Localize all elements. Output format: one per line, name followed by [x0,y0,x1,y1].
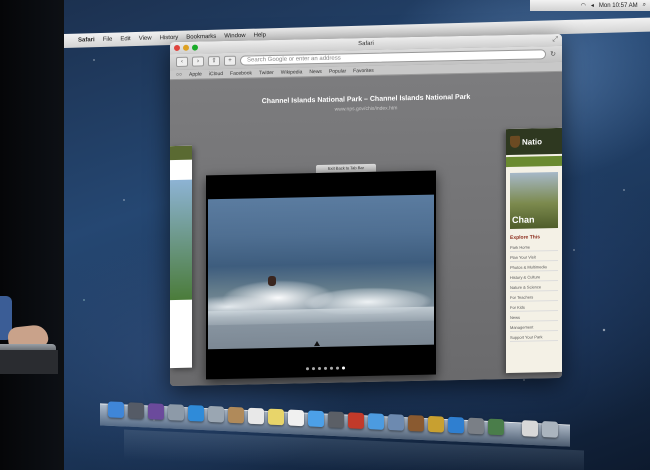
projected-desktop: ◠ ◂ Mon 10:57 AM ⌕ Safari File Edit View… [64,0,650,470]
page-dot[interactable] [312,367,315,371]
mouse-cursor-icon [314,340,320,347]
facetime-icon[interactable] [328,411,344,429]
hero-title: Chan [512,214,535,225]
menu-file[interactable]: File [103,37,113,43]
nps-logo-icon [510,135,520,148]
bookmark-apple[interactable]: Apple [189,71,202,77]
reading-list-icon[interactable]: ○○ [176,71,182,77]
app-store-icon[interactable] [448,416,464,434]
mail-icon[interactable] [208,405,224,423]
nps-nav-bar [506,155,562,168]
menu-help[interactable]: Help [254,32,266,38]
menu-bookmarks[interactable]: Bookmarks [186,34,216,41]
time-machine-icon[interactable] [488,418,504,436]
photo-booth-icon[interactable] [348,412,364,429]
stage-background [0,0,70,470]
add-tab-button[interactable]: + [224,55,236,66]
page-dot[interactable] [306,367,309,371]
list-item[interactable]: Support Your Park [510,333,558,342]
bookmark-popular[interactable]: Popular [329,68,346,74]
messages-icon[interactable] [308,410,324,428]
section-heading: Explore This [510,234,541,241]
window-title: Safari [358,40,374,48]
menu-window[interactable]: Window [224,33,245,40]
status-bar: ◠ ◂ Mon 10:57 AM ⌕ [530,0,650,11]
fullscreen-icon[interactable]: ⤢ [552,36,558,44]
bookmark-twitter[interactable]: Twitter [259,69,274,75]
share-button[interactable]: ⇪ [208,56,220,67]
menu-view[interactable]: View [139,36,152,42]
calendar-icon[interactable] [248,407,264,425]
list-item[interactable]: Park Home [510,243,558,252]
current-tab-preview[interactable] [206,170,436,380]
wifi-icon[interactable]: ◠ [581,2,586,9]
itunes-icon[interactable] [368,413,384,430]
window-controls [174,44,198,52]
next-tab-preview[interactable]: Natio Chan Explore This Park Home Plan Y… [506,127,562,374]
reminders-icon[interactable] [288,409,304,427]
volume-icon[interactable]: ◂ [591,2,594,9]
nps-header: Natio [506,127,562,156]
list-item[interactable]: Photos & Multimedia [510,263,558,272]
list-item[interactable]: Management [510,323,558,332]
surf-video[interactable] [208,194,434,350]
page-header [170,145,192,161]
page-dot[interactable] [336,366,339,370]
list-item[interactable]: Plan Your Visit [510,253,558,262]
iphoto-icon[interactable] [388,414,404,431]
list-item[interactable]: Nature & Science [510,283,558,292]
list-item[interactable]: History & Culture [510,273,558,282]
notes-icon[interactable] [268,408,284,426]
bookmark-favorites[interactable]: Favorites [353,67,374,73]
bookmark-news[interactable]: News [309,68,322,74]
preview-icon[interactable] [522,420,538,437]
page-dot[interactable] [330,366,333,370]
back-button[interactable]: ‹ [176,56,188,67]
nps-header-text: Natio [522,136,542,147]
garageband-icon[interactable] [428,415,444,433]
mission-control-icon[interactable] [148,403,164,420]
minimize-button[interactable] [183,44,189,51]
page-dot[interactable] [342,366,345,370]
tab-view: Channel Islands National Park – Channel … [170,71,562,387]
previous-tab-preview[interactable] [170,145,192,369]
page-dot[interactable] [318,366,321,371]
forward-button[interactable]: › [192,56,204,67]
spotlight-icon[interactable]: ⌕ [643,2,646,9]
contacts-icon[interactable] [228,406,244,424]
menu-history[interactable]: History [160,35,179,42]
trash-icon[interactable] [542,421,558,438]
launchpad-icon[interactable] [168,404,184,421]
menu-edit[interactable]: Edit [120,36,130,42]
clock[interactable]: Mon 10:57 AM [599,3,638,9]
page-photo [170,179,192,301]
bookmark-icloud[interactable]: iCloud [209,70,223,76]
reload-icon[interactable]: ↻ [550,50,556,58]
bookmark-facebook[interactable]: Facebook [230,70,252,76]
dashboard-icon[interactable] [128,402,144,419]
menu-app-name[interactable]: Safari [78,37,95,43]
list-item[interactable]: News [510,313,558,322]
safari-icon[interactable] [188,404,204,422]
page-dot[interactable] [324,366,327,370]
list-item[interactable]: For Teachers [510,293,558,302]
close-button[interactable] [174,44,180,52]
safari-window: Safari ⤢ ‹ › ⇪ + Search Google or enter … [170,33,562,387]
finder-icon[interactable] [108,401,124,419]
podium [0,350,58,374]
list-item[interactable]: For Kids [510,303,558,312]
zoom-button[interactable] [192,44,198,51]
nps-hero-photo: Chan [510,171,558,229]
system-preferences-icon[interactable] [468,417,484,435]
surfer [268,275,276,287]
imovie-icon[interactable] [408,414,424,432]
bookmark-wikipedia[interactable]: Wikipedia [281,69,303,75]
